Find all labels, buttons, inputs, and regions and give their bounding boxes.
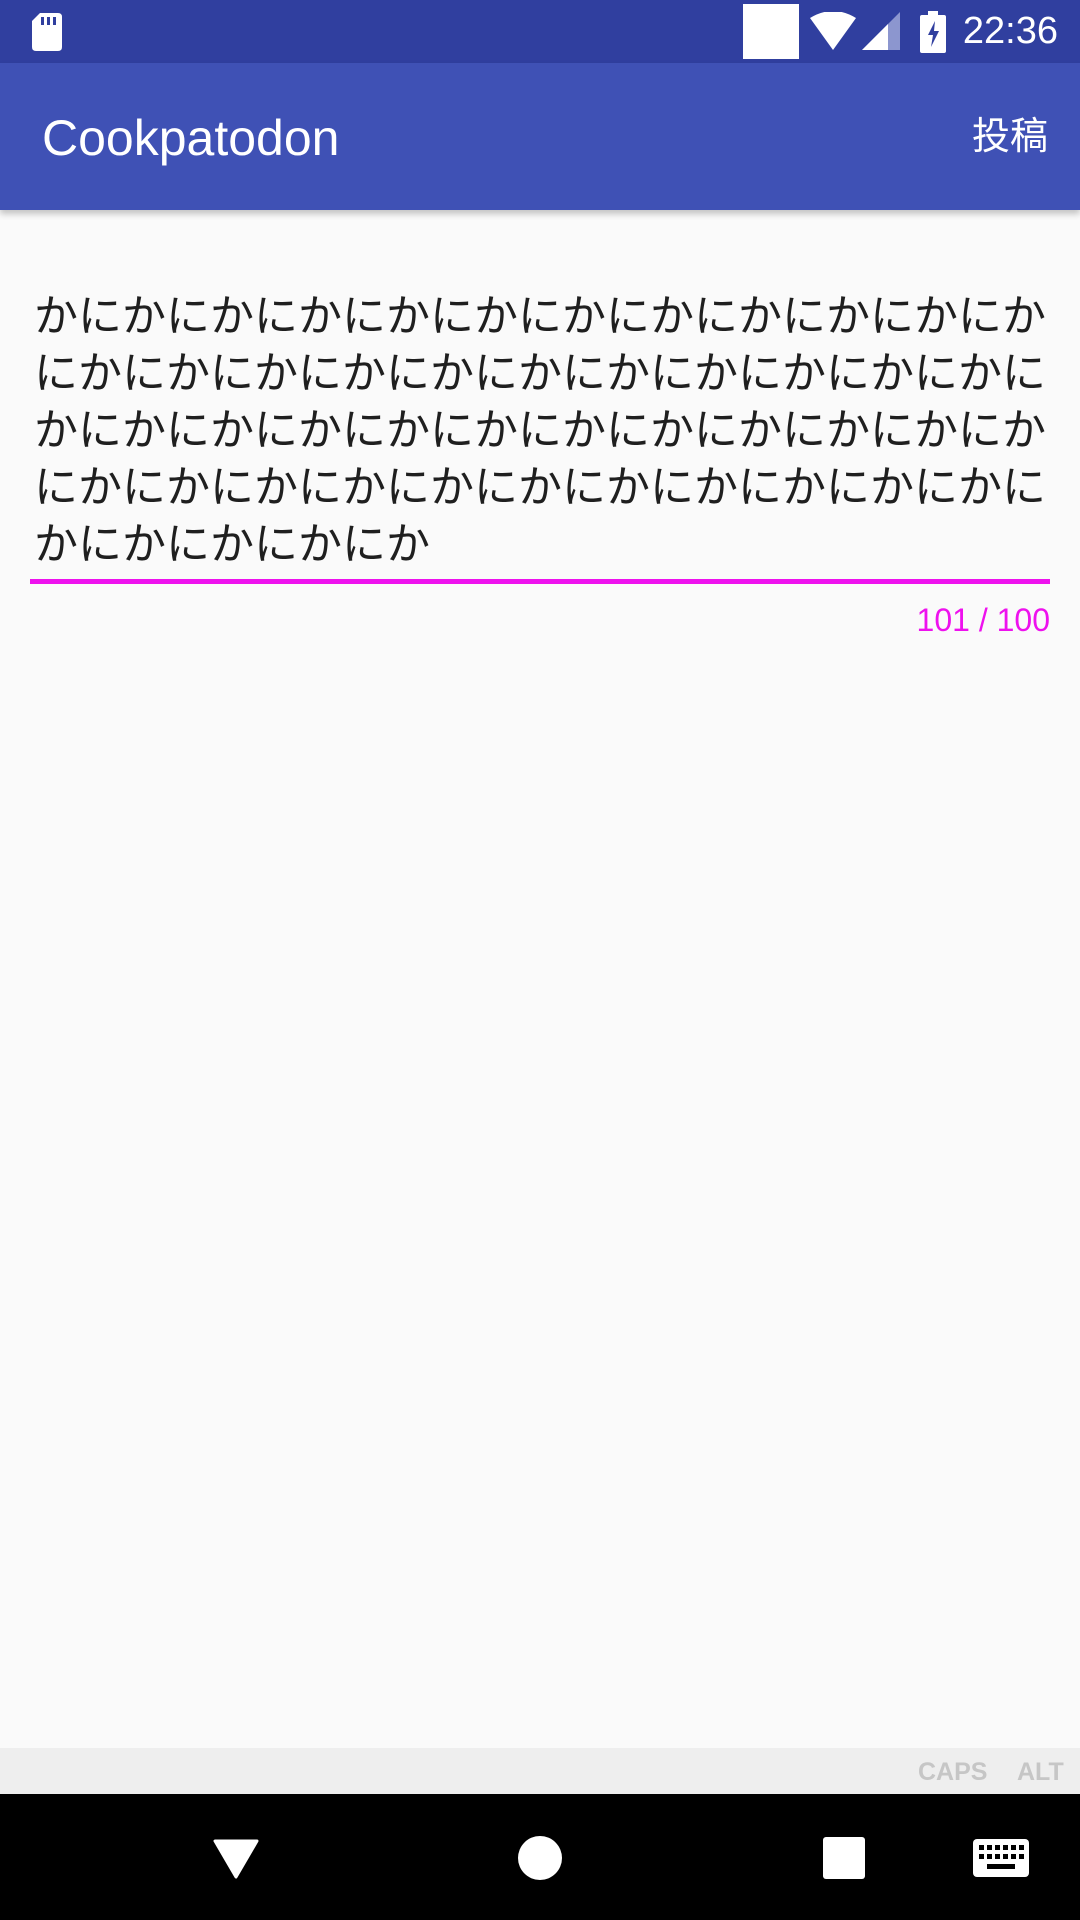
keyboard-status-strip: CAPS ALT: [0, 1748, 1080, 1794]
compose-input[interactable]: かにかにかにかにかにかにかにかにかにかにかにかにかにかにかにかにかにかにかにかに…: [30, 280, 1050, 579]
keyboard-icon[interactable]: [973, 1839, 1029, 1877]
compose-field[interactable]: かにかにかにかにかにかにかにかにかにかにかにかにかにかにかにかにかにかにかにかに…: [30, 280, 1050, 584]
character-counter: 101 / 100: [916, 602, 1050, 638]
recents-icon[interactable]: [823, 1837, 865, 1879]
navigation-bar: [0, 1794, 1080, 1920]
caps-indicator: CAPS: [918, 1758, 988, 1786]
app-title: Cookpatodon: [42, 110, 340, 166]
status-time: 22:36: [962, 10, 1058, 52]
status-bar: 22:36: [0, 0, 1080, 63]
compose-underline-error: [30, 579, 1050, 584]
sd-card-icon: [32, 13, 62, 51]
post-button[interactable]: 投稿: [972, 107, 1048, 165]
back-icon[interactable]: [213, 1839, 259, 1879]
alt-indicator: ALT: [1017, 1758, 1064, 1786]
battery-charging-icon: [920, 11, 946, 53]
white-square-icon: [743, 4, 799, 59]
wifi-icon: [810, 12, 856, 50]
home-icon[interactable]: [518, 1836, 562, 1880]
cell-signal-icon: [862, 12, 900, 50]
app-toolbar: Cookpatodon 投稿: [0, 63, 1080, 210]
